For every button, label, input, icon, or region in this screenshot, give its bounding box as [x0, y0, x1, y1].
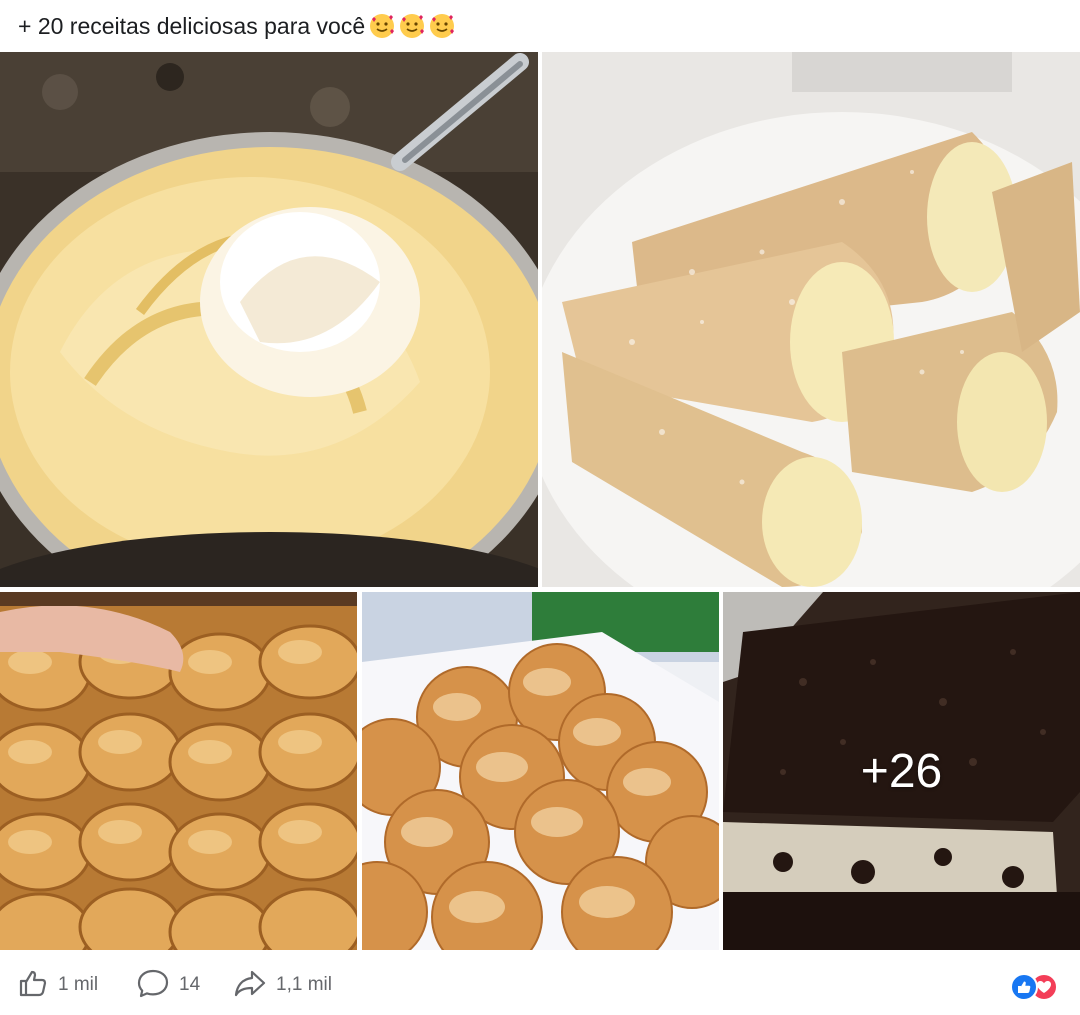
- like-count: 1 mil: [58, 974, 99, 995]
- photo-chocolate-cake-more[interactable]: +26: [723, 592, 1080, 950]
- comment-button[interactable]: 14: [137, 955, 200, 1015]
- comment-bubble-icon: [137, 968, 169, 1003]
- like-icon: [1010, 973, 1038, 1001]
- thumbs-up-icon: [18, 968, 48, 1003]
- photo-cream-horns[interactable]: [542, 52, 1080, 587]
- photo-donuts[interactable]: [362, 592, 719, 950]
- reactions-summary[interactable]: [1010, 973, 1062, 1001]
- share-count: 1,1 mil: [276, 974, 332, 995]
- photo-grid: +26: [0, 0, 1080, 1015]
- share-button[interactable]: 1,1 mil: [234, 955, 332, 1015]
- comment-count: 14: [179, 974, 201, 995]
- more-photos-count: +26: [860, 744, 943, 798]
- more-photos-overlay[interactable]: +26: [723, 592, 1080, 950]
- photo-bread-rolls[interactable]: [0, 592, 357, 950]
- like-button[interactable]: 1 mil: [18, 955, 98, 1015]
- post-actions-bar: 1 mil 14 1,1 mil: [0, 955, 1080, 1015]
- photo-cream-dessert[interactable]: [0, 52, 538, 587]
- share-arrow-icon: [234, 968, 266, 1003]
